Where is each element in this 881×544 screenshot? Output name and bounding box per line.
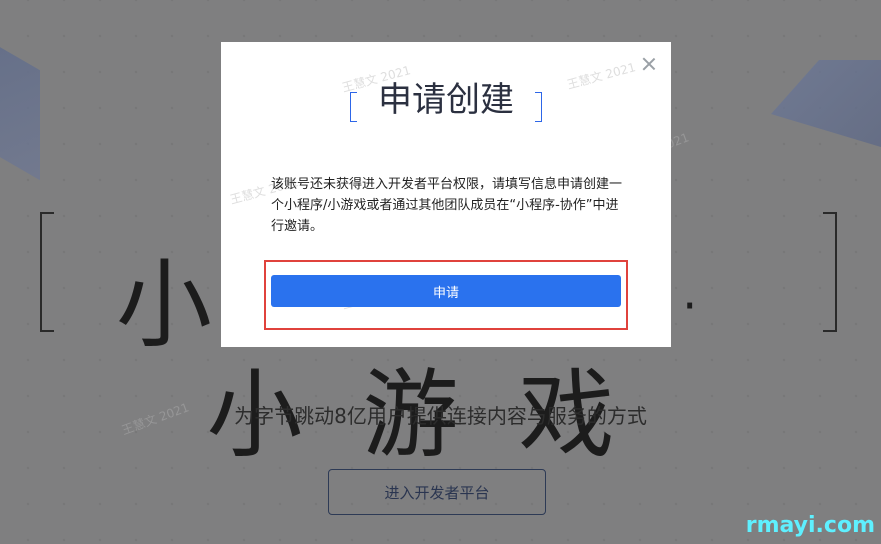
site-watermark: rmayi.com [745, 513, 875, 538]
apply-modal: 王慧文 2021 王慧文 2021 王慧文 2021 王慧文 2021 申请创建… [221, 42, 671, 347]
title-bracket-left [349, 91, 357, 122]
title-bracket-right [535, 91, 543, 122]
modal-description: 该账号还未获得进入开发者平台权限，请填写信息申请创建一个小程序/小游戏或者通过其… [271, 177, 623, 234]
modal-title: 申请创建 [378, 80, 514, 120]
modal-title-wrap: 申请创建 [221, 72, 671, 122]
hero-subtitle: 为字节跳动8亿用户提供连接内容与服务的方式 [234, 404, 647, 428]
enter-platform-button[interactable]: 进入开发者平台 [328, 469, 546, 515]
close-icon[interactable] [641, 56, 657, 72]
apply-button[interactable]: 申请 [271, 275, 621, 307]
